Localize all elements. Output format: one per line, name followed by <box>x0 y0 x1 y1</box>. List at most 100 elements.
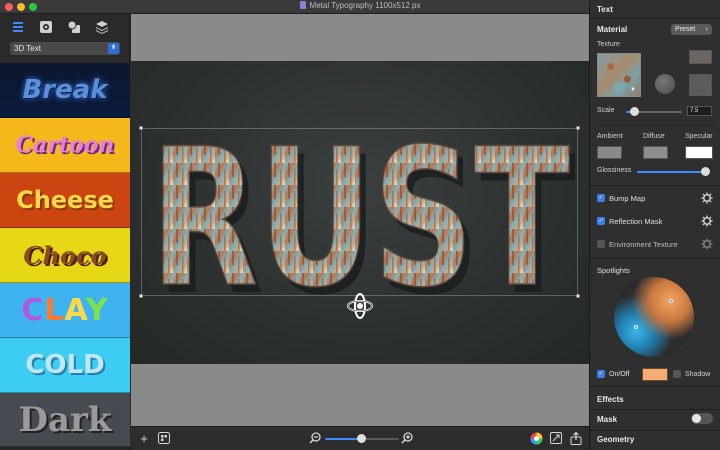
mask-title[interactable]: Mask <box>597 415 617 424</box>
shapes-icon[interactable] <box>66 19 82 35</box>
onoff-label: On/Off <box>609 370 630 378</box>
diffuse-color-swatch[interactable] <box>643 146 668 159</box>
bump-map-checkbox[interactable]: ✓ Bump Map <box>597 192 645 204</box>
divider <box>590 409 720 410</box>
shadow-checkbox[interactable]: Shadow <box>673 368 710 380</box>
mask-toggle[interactable] <box>691 413 713 424</box>
texture-swatch-bottom[interactable] <box>689 74 712 96</box>
close-window-button[interactable] <box>5 3 13 11</box>
resize-handle[interactable] <box>576 294 580 298</box>
specular-label: Specular <box>685 133 713 140</box>
preset-button-label: Preset <box>675 26 696 33</box>
specular-color-swatch[interactable] <box>685 146 713 159</box>
glossiness-slider-knob[interactable] <box>700 167 710 176</box>
ambient-color-swatch[interactable] <box>597 146 622 159</box>
add-layer-icon[interactable] <box>157 432 171 446</box>
scale-slider-knob[interactable] <box>629 107 639 116</box>
resize-handle[interactable] <box>139 294 143 298</box>
zoom-out-icon[interactable] <box>308 432 322 446</box>
canvas-area: RUST RUST <box>131 14 589 426</box>
scale-value-field[interactable]: 7.5 <box>687 106 712 116</box>
spotlight-handle[interactable] <box>634 325 638 329</box>
reflection-mask-gear-icon[interactable] <box>701 215 713 227</box>
document-icon <box>299 1 306 9</box>
spotlight-color-swatch[interactable] <box>642 368 668 381</box>
texture-well[interactable]: ▼ <box>597 53 641 97</box>
checkbox-checked-icon[interactable]: ✓ <box>597 217 605 225</box>
preset-cartoon[interactable]: Cartoon <box>0 118 130 173</box>
environment-texture-checkbox[interactable]: Environment Texture <box>597 238 678 250</box>
spotlight-handle[interactable] <box>669 299 673 303</box>
preset-label: Break <box>22 75 108 105</box>
toggle-knob <box>692 414 701 423</box>
texture-rotation-dial[interactable] <box>655 74 675 94</box>
dropdown-triangle-icon: ▼ <box>630 87 636 93</box>
preset-break[interactable]: Break <box>0 63 130 118</box>
zoom-slider-knob[interactable] <box>356 434 366 443</box>
diffuse-label: Diffuse <box>643 133 665 140</box>
window-title-text: Metal Typography 1100x512 px <box>309 1 421 10</box>
checkbox-checked-icon[interactable]: ✓ <box>597 370 605 378</box>
glossiness-label: Glossiness <box>597 167 632 174</box>
window-title: Metal Typography 1100x512 px <box>130 1 590 10</box>
checkbox-checked-icon[interactable]: ✓ <box>597 194 605 202</box>
inspector-title: Text <box>597 5 613 14</box>
color-wheel-icon[interactable] <box>529 432 543 446</box>
spotlight-sphere[interactable] <box>614 277 694 357</box>
resize-handle[interactable] <box>576 126 580 130</box>
checkbox-unchecked-icon[interactable] <box>673 370 681 378</box>
checkbox-unchecked-icon[interactable] <box>597 240 605 248</box>
selection-bounds <box>141 128 578 296</box>
environment-texture-label: Environment Texture <box>609 239 678 249</box>
divider <box>597 125 714 126</box>
preset-dark[interactable]: Dark <box>0 393 130 447</box>
spotlight-onoff-checkbox[interactable]: ✓ On/Off <box>597 368 630 380</box>
sidebar-toolbar <box>0 14 129 40</box>
preset-choco[interactable]: Choco <box>0 228 130 283</box>
plus-icon[interactable]: + <box>137 432 151 446</box>
effects-title[interactable]: Effects <box>597 395 624 404</box>
glossiness-slider[interactable] <box>637 167 710 176</box>
material-preset-button[interactable]: Preset › <box>671 24 712 35</box>
ambient-label: Ambient <box>597 133 623 140</box>
zoom-slider[interactable] <box>325 434 399 443</box>
preset-cheese[interactable]: Cheese <box>0 173 130 228</box>
category-select-value: 3D Text <box>14 44 41 53</box>
preset-clay[interactable]: CLAY <box>0 283 130 338</box>
divider <box>590 185 720 186</box>
divider <box>590 18 720 19</box>
scale-label: Scale <box>597 107 615 114</box>
artboard[interactable]: RUST RUST <box>131 61 589 364</box>
inspector-panel: Text Material Preset › Texture ▼ Scale 7… <box>589 0 720 450</box>
minimize-window-button[interactable] <box>17 3 25 11</box>
preset-label: COLD <box>25 350 105 380</box>
stack-icon[interactable] <box>94 19 110 35</box>
bottom-toolbar: + <box>131 426 589 450</box>
reflection-mask-checkbox[interactable]: ✓ Reflection Mask <box>597 215 662 227</box>
texture-swatch-top[interactable] <box>689 50 712 64</box>
geometry-title[interactable]: Geometry <box>597 435 634 444</box>
preset-label: Cheese <box>16 186 114 214</box>
zoom-in-icon[interactable] <box>400 432 414 446</box>
preset-cold[interactable]: COLD <box>0 338 130 393</box>
resize-handle[interactable] <box>139 126 143 130</box>
spotlights-title: Spotlights <box>597 266 630 275</box>
environment-texture-gear-icon[interactable] <box>701 238 713 250</box>
shadow-label: Shadow <box>685 370 711 378</box>
scale-slider[interactable] <box>626 107 682 116</box>
material-title: Material <box>597 25 628 34</box>
preset-label: CLAY <box>21 292 109 328</box>
preset-label: Choco <box>23 240 107 270</box>
category-select[interactable]: 3D Text ⬍ <box>10 42 120 55</box>
share-icon[interactable] <box>569 431 583 446</box>
preset-sidebar: 3D Text ⬍ Break Cartoon Cheese Choco CLA… <box>0 14 130 450</box>
preset-label: Dark <box>18 399 112 440</box>
fit-screen-icon[interactable] <box>549 432 563 446</box>
layers-list-icon[interactable] <box>10 19 26 35</box>
divider <box>590 386 720 387</box>
zoom-window-button[interactable] <box>29 3 37 11</box>
bump-map-gear-icon[interactable] <box>701 192 713 204</box>
reflection-mask-label: Reflection Mask <box>609 216 663 226</box>
rotate-gizmo-icon[interactable] <box>345 291 375 321</box>
gear-icon[interactable] <box>38 19 54 35</box>
